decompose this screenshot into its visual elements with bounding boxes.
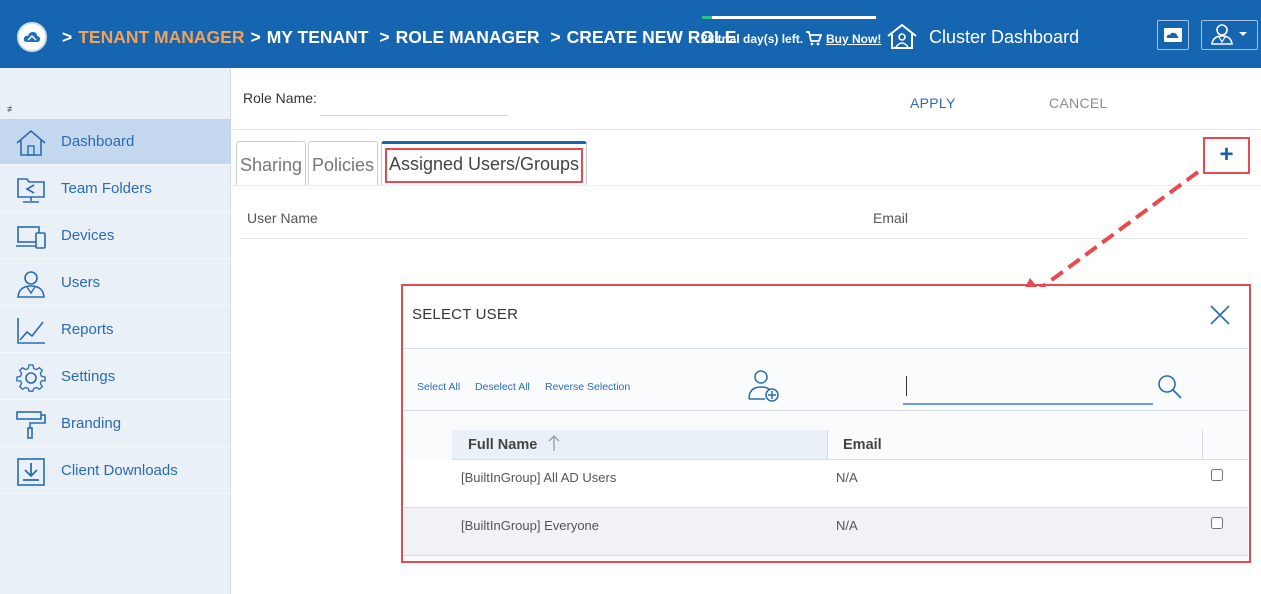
breadcrumb-separator: > (379, 27, 390, 47)
trial-progress-fill (702, 16, 713, 19)
cluster-dashboard-icon[interactable] (886, 23, 918, 50)
buy-now-link[interactable]: Buy Now! (826, 32, 881, 46)
divider (231, 129, 1261, 130)
user-icon (17, 271, 45, 298)
annotation-highlight-tab (385, 148, 583, 183)
sidebar-item-label: Users (61, 274, 101, 291)
breadcrumb-separator: > (250, 27, 261, 47)
sidebar-item-settings[interactable]: Settings (0, 354, 231, 400)
gear-icon (16, 364, 46, 392)
breadcrumb-tenant-manager[interactable]: TENANT MANAGER (78, 27, 244, 47)
cluster-dashboard-link[interactable]: Cluster Dashboard (929, 27, 1079, 48)
apply-button[interactable]: APPLY (910, 95, 956, 111)
column-header-user-name: User Name (247, 210, 318, 226)
sidebar-item-reports[interactable]: Reports (0, 307, 231, 353)
sidebar-item-branding[interactable]: Branding (0, 401, 231, 447)
sidebar-item-label: Team Folders (61, 180, 152, 197)
sidebar-item-devices[interactable]: Devices (0, 213, 231, 259)
cart-icon[interactable] (805, 31, 822, 46)
breadcrumb-role-manager[interactable]: ROLE MANAGER (396, 27, 540, 47)
role-name-label: Role Name: (243, 90, 317, 106)
trial-progress-bar (702, 16, 876, 19)
sidebar-item-label: Reports (61, 321, 114, 338)
role-name-input[interactable] (320, 84, 508, 116)
breadcrumb-my-tenant[interactable]: MY TENANT (267, 27, 369, 47)
breadcrumb-separator: > (62, 27, 73, 47)
cancel-button[interactable]: CANCEL (1049, 95, 1108, 111)
chart-icon (17, 318, 45, 344)
sidebar-item-client-downloads[interactable]: Client Downloads (0, 448, 231, 494)
sidebar-item-label: Dashboard (61, 133, 135, 150)
team-folder-icon (17, 178, 45, 203)
sidebar: ≢ Dashboard Team Folders Devices Users R… (0, 68, 231, 594)
sidebar-item-label: Settings (61, 368, 116, 385)
chevron-down-icon (1239, 32, 1247, 36)
tab-sharing[interactable]: Sharing (236, 141, 306, 185)
sidebar-item-team-folders[interactable]: Team Folders (0, 166, 231, 212)
cloud-folder-button[interactable] (1157, 20, 1189, 50)
trial-days-left: 28 trial day(s) left. (701, 32, 804, 46)
user-menu-button[interactable] (1201, 20, 1258, 50)
devices-icon (16, 226, 46, 249)
download-icon (17, 458, 45, 486)
paint-roller-icon (16, 411, 46, 439)
home-icon (16, 129, 46, 156)
cloud-folder-icon (1164, 28, 1182, 42)
user-menu-icon (1211, 24, 1247, 45)
sidebar-item-label: Client Downloads (61, 462, 178, 479)
annotation-highlight-dialog (401, 284, 1251, 563)
sidebar-item-users[interactable]: Users (0, 260, 231, 306)
cloud-logo-icon (23, 32, 40, 42)
sidebar-item-dashboard[interactable]: Dashboard (0, 119, 231, 165)
sidebar-item-label: Branding (61, 415, 122, 432)
tab-policies[interactable]: Policies (308, 141, 378, 185)
breadcrumb: > TENANT MANAGER > MY TENANT > ROLE MANAGER … (62, 27, 742, 48)
app-logo[interactable] (17, 22, 47, 52)
column-header-email: Email (873, 210, 909, 226)
top-header: > TENANT MANAGER > MY TENANT > ROLE MANAGER … (0, 0, 1261, 68)
collapse-icon[interactable]: ≢ (7, 104, 16, 114)
sidebar-item-label: Devices (61, 227, 115, 244)
breadcrumb-separator: > (550, 27, 561, 47)
